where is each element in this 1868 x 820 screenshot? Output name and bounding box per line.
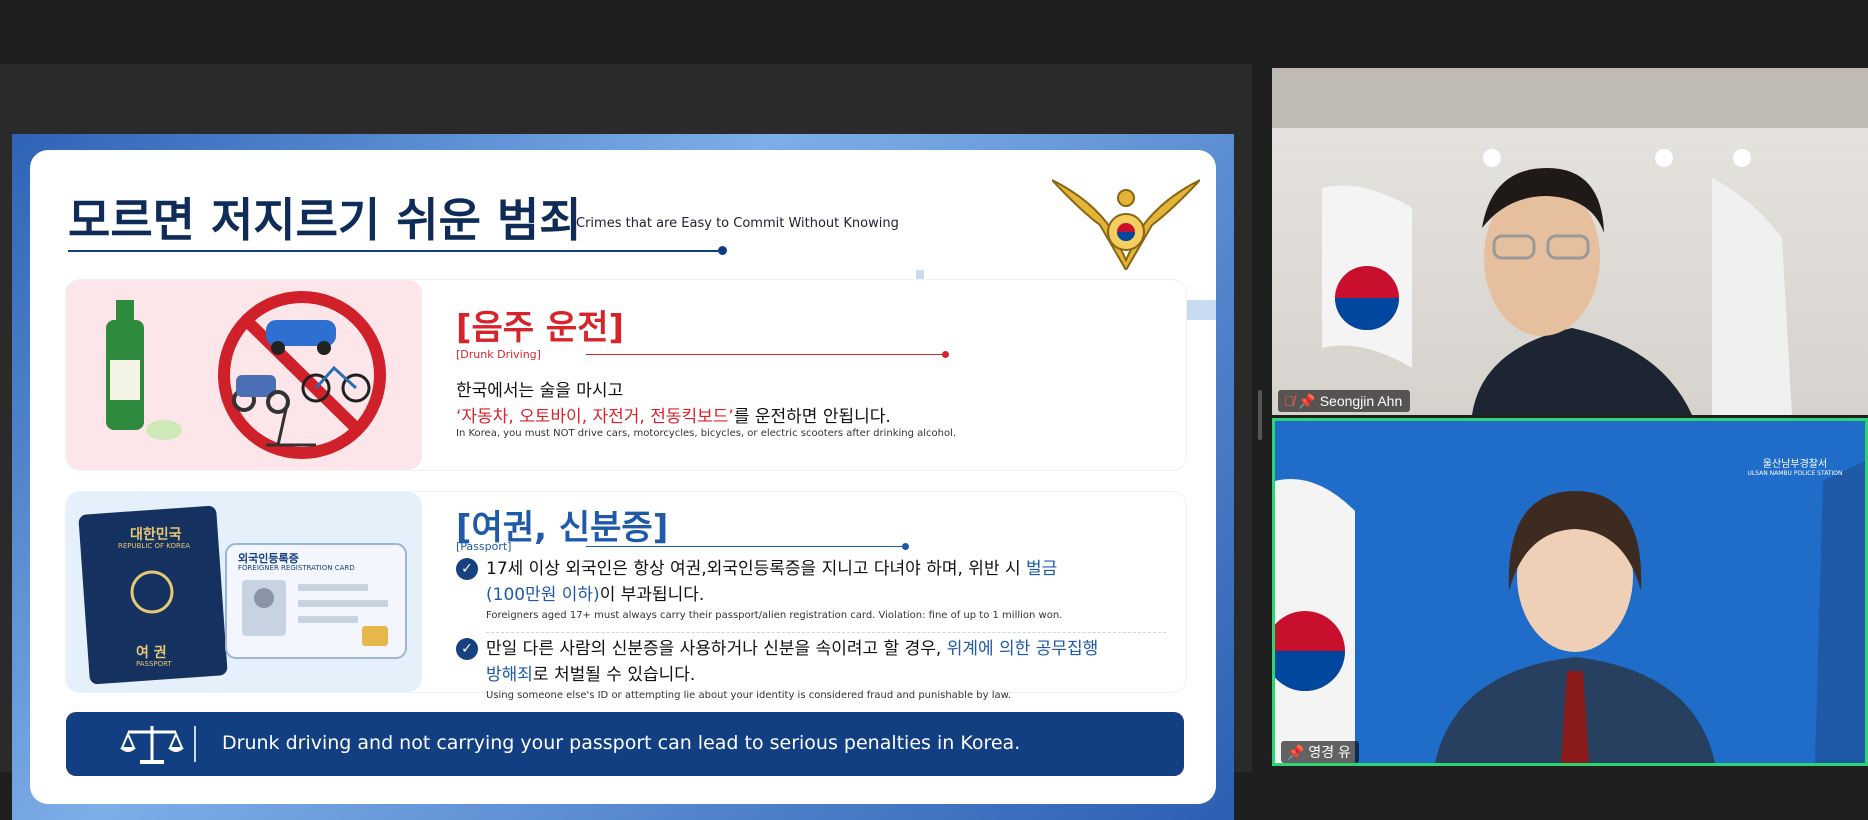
pin-icon: 📌 bbox=[1287, 744, 1305, 760]
slide-title: 모르면 저지르기 쉬운 범죄 bbox=[68, 193, 582, 247]
passport-bullet-2-rest: 로 처벌될 수 있습니다. bbox=[532, 665, 696, 685]
pin-icon: 📌 bbox=[1298, 393, 1316, 409]
passport-bullet-2-text: 만일 다른 사람의 신분증을 사용하거나 신분을 속이려고 할 경우, bbox=[486, 639, 947, 659]
drunk-driving-text-2-rest: 를 운전하면 안됩니다. bbox=[733, 407, 891, 427]
passport-panel: 대한민국 REPUBLIC OF KOREA 여 권 PASSPORT 외국인등… bbox=[66, 492, 1186, 701]
participant-2-name: 영경 유 bbox=[1308, 744, 1351, 760]
participant-1-feed bbox=[1272, 68, 1868, 415]
drunk-driving-highlight: ‘자동차, 오토바이, 자전거, 전동킥보드’ bbox=[456, 407, 734, 427]
title-underline-dot bbox=[718, 246, 727, 255]
shared-screen: 모르면 저지르기 쉬운 범죄 Crimes that are Easy to C… bbox=[0, 64, 1252, 820]
drunk-driving-illustration bbox=[66, 280, 422, 470]
registration-card-title-en: FOREIGNER REGISTRATION CARD bbox=[238, 564, 355, 572]
section2-line-dot bbox=[902, 543, 909, 550]
police-station-name: 울산남부경찰서 bbox=[1762, 459, 1828, 470]
banner-divider bbox=[194, 726, 196, 762]
passport-cover-top-en: REPUBLIC OF KOREA bbox=[118, 542, 191, 550]
drunk-driving-text-1: 한국에서는 술을 마시고 bbox=[456, 381, 624, 401]
passport-bullet-2-highlight-crime: 방해죄 bbox=[486, 665, 533, 685]
drunk-driving-panel: [음주 운전] [Drunk Driving] 한국에서는 술을 마시고 ‘자동… bbox=[66, 280, 1186, 470]
participant-1-name: Seongjin Ahn bbox=[1319, 393, 1403, 409]
drunk-driving-title: [음주 운전] bbox=[456, 308, 625, 348]
section2-line bbox=[586, 546, 906, 547]
panel-resize-handle[interactable] bbox=[1258, 390, 1262, 440]
check-icon: ✓ bbox=[456, 558, 478, 580]
passport-bullet-2: 만일 다른 사람의 신분증을 사용하거나 신분을 속이려고 할 경우, 위계에 … bbox=[486, 636, 1166, 688]
police-station-name-en: ULSAN NAMBU POLICE STATION bbox=[1747, 470, 1843, 477]
participant-1-nametag: 🎙̸ 📌 Seongjin Ahn bbox=[1278, 390, 1411, 412]
section1-line bbox=[586, 354, 946, 355]
passport-bullet-1-rest: 이 부과됩니다. bbox=[599, 585, 705, 605]
passport-cover-bottom: 여 권 bbox=[136, 645, 167, 661]
passport-label: [Passport] bbox=[456, 540, 512, 553]
participant-video-2[interactable]: 울산남부경찰서 ULSAN NAMBU POLICE STATION 📌 영경 … bbox=[1272, 418, 1868, 766]
passport-cover-top: 대한민국 bbox=[130, 527, 182, 543]
passport-bullet-1-english: Foreigners aged 17+ must always carry th… bbox=[486, 610, 1063, 621]
bullet-divider bbox=[486, 632, 1166, 633]
passport-bullet-1-highlight-fine: 벌금 bbox=[1026, 559, 1058, 579]
scales-of-justice-icon bbox=[120, 726, 184, 764]
police-eagle-emblem bbox=[1052, 179, 1200, 270]
drunk-driving-label: [Drunk Driving] bbox=[456, 348, 541, 361]
title-underline bbox=[68, 250, 724, 252]
passport-bullet-2-english: Using someone else's ID or attempting li… bbox=[486, 690, 1012, 701]
warning-banner: Drunk driving and not carrying your pass… bbox=[66, 712, 1184, 776]
drunk-driving-english: In Korea, you must NOT drive cars, motor… bbox=[456, 428, 957, 439]
passport-illustration: 대한민국 REPUBLIC OF KOREA 여 권 PASSPORT 외국인등… bbox=[66, 492, 422, 692]
mic-muted-icon: 🎙̸ bbox=[1284, 393, 1295, 409]
participant-video-1[interactable]: 🎙̸ 📌 Seongjin Ahn bbox=[1272, 68, 1868, 415]
slide-subtitle: Crimes that are Easy to Commit Without K… bbox=[576, 216, 899, 231]
check-icon: ✓ bbox=[456, 638, 478, 660]
police-station-badge: 울산남부경찰서 ULSAN NAMBU POLICE STATION bbox=[1727, 455, 1863, 477]
participant-2-nametag: 📌 영경 유 bbox=[1281, 741, 1359, 763]
passport-bullet-2-highlight-obstruction: 위계에 의한 공무집행 bbox=[946, 639, 1099, 659]
presentation-slide: 모르면 저지르기 쉬운 범죄 Crimes that are Easy to C… bbox=[12, 134, 1234, 820]
section1-line-dot bbox=[942, 351, 949, 358]
passport-bullet-1-text: 17세 이상 외국인은 항상 여권,외국인등록증을 지니고 다녀야 하며, 위반… bbox=[486, 559, 1027, 579]
passport-cover-bottom-en: PASSPORT bbox=[136, 660, 172, 668]
passport-bullet-1-highlight-amount: (100만원 이하) bbox=[486, 585, 600, 605]
passport-bullet-1: 17세 이상 외국인은 항상 여권,외국인등록증을 지니고 다녀야 하며, 위반… bbox=[486, 556, 1146, 608]
slide-card: 모르면 저지르기 쉬운 범죄 Crimes that are Easy to C… bbox=[30, 150, 1216, 804]
drunk-driving-text-2: ‘자동차, 오토바이, 자전거, 전동킥보드’를 운전하면 안됩니다. bbox=[456, 402, 891, 427]
banner-text: Drunk driving and not carrying your pass… bbox=[222, 732, 1021, 754]
